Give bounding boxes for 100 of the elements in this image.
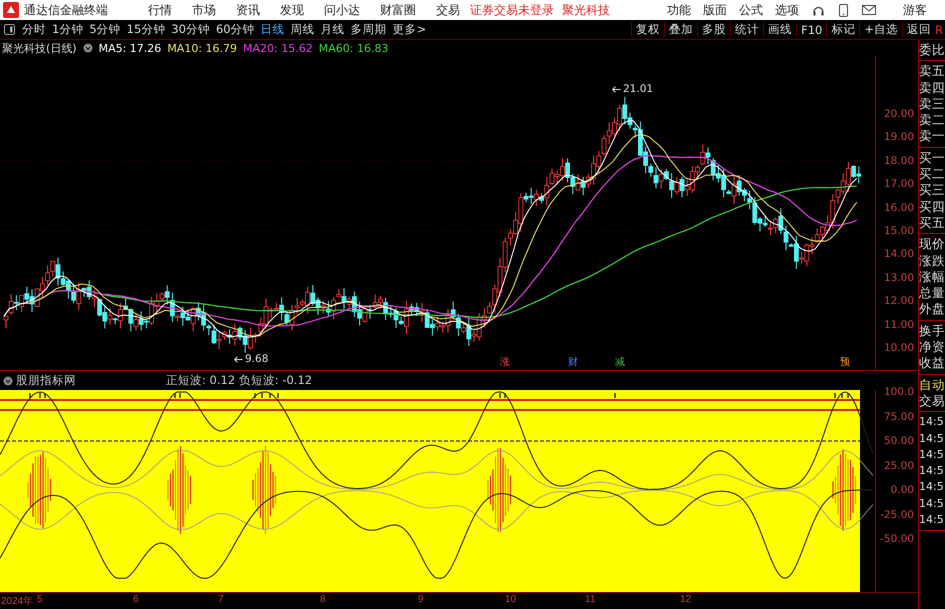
quote-field-label: 净资 (919, 339, 945, 356)
period-tab[interactable]: 1分钟 (52, 22, 84, 37)
menu-item[interactable]: 问小达 (324, 2, 360, 18)
quote-field-label: 委比 (919, 42, 945, 58)
toolbar-button[interactable]: 标记 (826, 22, 860, 37)
toolbar-button[interactable]: 复权 (631, 22, 664, 37)
stock-name: 聚光科技 (562, 2, 610, 18)
price-tick: 13.00 (884, 272, 914, 284)
toolbar-button[interactable]: 返回 (902, 22, 935, 37)
quote-field-label: 现价 (919, 236, 945, 253)
quote-field-label: 买二 (919, 166, 945, 182)
price-tick: 15.00 (884, 225, 914, 237)
date-label: 7 (218, 594, 224, 605)
menu-item[interactable]: 功能 (667, 2, 691, 18)
period-tab[interactable]: 月线 (320, 22, 345, 37)
date-label: 2024年 (1, 595, 34, 608)
period-tab[interactable]: 多周期 (350, 22, 387, 37)
quote-field-label: 外盘 (919, 301, 945, 318)
trade-time: 14:5 (919, 414, 945, 430)
menu-item[interactable]: 行情 (148, 2, 172, 18)
toolbar-button[interactable]: 画线 (763, 22, 796, 37)
phone-icon[interactable] (839, 4, 848, 16)
price-tick: 14.00 (884, 248, 914, 260)
period-tab[interactable]: 5分钟 (89, 22, 121, 37)
moving-average-label: MA5: 17.26 (98, 42, 162, 54)
indicator-tick: 100.0 (884, 386, 914, 398)
period-tab[interactable]: 分时 (22, 22, 46, 37)
moving-average-label: MA20: 15.62 (243, 42, 313, 54)
period-tab[interactable]: 日线 (260, 22, 285, 37)
period-tab[interactable]: 60分钟 (216, 22, 255, 37)
price-tick: 11.00 (884, 318, 914, 331)
menu-item[interactable]: 财富圈 (380, 2, 416, 18)
date-label: 10 (505, 594, 516, 605)
event-marker[interactable]: 涨 (500, 355, 510, 369)
price-tick: 17.00 (884, 178, 914, 190)
login-notice: 证券交易未登录 (470, 2, 554, 18)
quote-field-label: 卖二 (919, 112, 945, 128)
quote-field-label: 卖四 (919, 80, 945, 96)
indicator-tick: -25.00 (880, 508, 914, 520)
trade-time: 14:5 (919, 446, 945, 463)
toolbar-button[interactable]: 叠加 (664, 22, 698, 37)
settings-icon[interactable] (82, 43, 93, 53)
menu-item[interactable]: 版面 (703, 2, 727, 18)
date-label: 11 (585, 594, 596, 605)
indicator-tick: 25.00 (884, 460, 914, 472)
moving-average-label: MA60: 16.83 (318, 42, 388, 54)
mail-icon[interactable] (862, 5, 876, 15)
menu-item[interactable]: 交易 (436, 2, 460, 18)
moving-average-label: MA10: 16.79 (167, 42, 238, 54)
toolbar-button[interactable]: 统计 (730, 22, 764, 37)
trade-time: 14:5 (919, 479, 945, 496)
trade-time: 14:5 (919, 512, 945, 528)
menu-item[interactable]: 选项 (775, 2, 799, 18)
quote-field-label: 换手 (919, 322, 945, 340)
quote-field-label: 买一 (919, 150, 945, 166)
quote-field-label: 总量 (919, 285, 945, 302)
trade-tab[interactable]: 自动 (919, 376, 945, 393)
period-tab[interactable]: 30分钟 (171, 22, 210, 37)
date-label: 9 (418, 594, 424, 605)
toolbar-button[interactable]: F10 (796, 22, 826, 36)
high-price-label: 21.01 (623, 83, 654, 96)
indicator-reading: 正短波: 0.12 负短波: -0.12 (166, 373, 312, 388)
menu-item[interactable]: 发现 (280, 2, 304, 18)
panel-toggle-icon[interactable] (4, 24, 15, 35)
date-label: 5 (37, 594, 43, 605)
app-title: 通达信金融终端 (24, 2, 108, 18)
event-marker[interactable]: 财 (568, 355, 578, 369)
price-tick: 16.00 (884, 202, 914, 214)
menu-item[interactable]: 市场 (192, 2, 216, 18)
date-label: 6 (133, 594, 139, 605)
trade-time: 14:5 (919, 430, 945, 447)
event-marker[interactable]: 预 (840, 355, 850, 369)
indicator-tick: 50.00 (884, 435, 914, 447)
price-tick: 12.00 (884, 295, 914, 308)
period-tab[interactable]: 更多> (392, 22, 426, 37)
settings-icon[interactable] (3, 376, 13, 386)
quote-field-label: 涨幅 (919, 268, 945, 286)
menu-item[interactable]: 资讯 (236, 2, 260, 18)
period-tab[interactable]: 15分钟 (126, 22, 166, 37)
pointer-arrow-icon (612, 86, 621, 94)
price-tick: 10.00 (884, 342, 914, 354)
quote-field-label: 卖三 (919, 96, 945, 112)
low-price-label: 9.68 (245, 353, 268, 366)
indicator-name: 股朋指标网 (16, 373, 76, 388)
menu-item[interactable]: 公式 (739, 2, 763, 18)
quote-field-label: 收益 (919, 355, 945, 372)
trade-tab[interactable]: 交易 (919, 392, 945, 410)
quote-field-label: 买四 (919, 198, 945, 215)
trade-time: 14:5 (919, 496, 945, 512)
price-tick: 18.00 (884, 154, 914, 167)
toolbar-button[interactable]: 多股 (697, 22, 730, 37)
toolbar-button[interactable]: +自选 (859, 22, 902, 37)
quote-field-label: 卖五 (919, 63, 945, 80)
period-tab[interactable]: 周线 (290, 22, 315, 37)
indicator-tick: 75.00 (884, 410, 914, 422)
date-label: 8 (320, 594, 326, 605)
indicator-tick: -50.00 (880, 533, 914, 545)
chart-title: 聚光科技(日线) (2, 40, 77, 56)
event-marker[interactable]: 减 (615, 355, 625, 369)
user-label[interactable]: 游客 (903, 2, 927, 18)
